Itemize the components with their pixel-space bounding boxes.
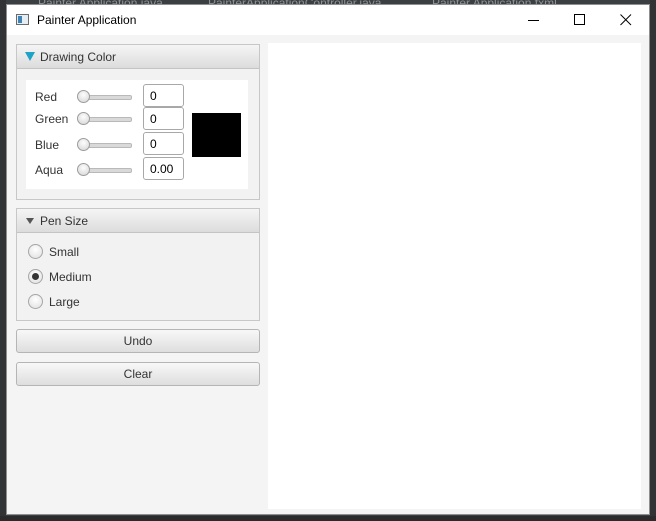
radio-medium-dot — [32, 273, 39, 280]
pen-size-title: Pen Size — [40, 214, 89, 228]
background-ide-bottom — [0, 516, 656, 521]
drawing-canvas[interactable] — [268, 43, 641, 509]
radio-small-label[interactable]: Small — [49, 245, 79, 259]
red-slider-thumb[interactable] — [77, 90, 90, 103]
green-slider[interactable] — [77, 112, 132, 125]
content-area: Drawing Color Red 0 Green 0 Blue 0 Aqua — [7, 35, 649, 514]
close-icon — [620, 14, 632, 26]
minimize-icon — [528, 20, 539, 21]
app-window-icon — [16, 14, 29, 25]
blue-field[interactable]: 0 — [143, 132, 184, 155]
title-bar[interactable]: Painter Application — [7, 5, 649, 35]
painter-window: Painter Application Drawing Color Red 0 … — [6, 4, 650, 515]
red-slider[interactable] — [77, 90, 132, 103]
radio-medium-label[interactable]: Medium — [49, 270, 92, 284]
drawing-color-header[interactable]: Drawing Color — [17, 45, 259, 69]
background-ide-right — [650, 0, 656, 521]
minimize-button[interactable] — [511, 5, 557, 35]
blue-label: Blue — [35, 138, 60, 152]
aqua-slider-thumb[interactable] — [77, 163, 90, 176]
undo-button[interactable]: Undo — [16, 329, 260, 353]
window-title: Painter Application — [37, 13, 137, 27]
color-preview-swatch — [192, 113, 241, 157]
aqua-label: Aqua — [35, 163, 64, 177]
green-label: Green — [35, 112, 69, 126]
drawing-color-title: Drawing Color — [40, 50, 117, 64]
aqua-field[interactable]: 0.00 — [143, 157, 184, 180]
triangle-down-icon — [26, 218, 34, 224]
color-controls: Red 0 Green 0 Blue 0 Aqua 0.00 — [26, 80, 248, 189]
radio-large-label[interactable]: Large — [49, 295, 80, 309]
blue-slider[interactable] — [77, 138, 132, 151]
radio-medium[interactable] — [28, 269, 43, 284]
triangle-down-icon — [25, 52, 35, 61]
maximize-icon — [574, 14, 585, 25]
radio-large[interactable] — [28, 294, 43, 309]
red-field[interactable]: 0 — [143, 84, 184, 107]
green-field[interactable]: 0 — [143, 107, 184, 130]
pen-size-pane: Pen Size Small Medium Large — [16, 208, 260, 321]
pen-size-header[interactable]: Pen Size — [17, 209, 259, 233]
clear-button[interactable]: Clear — [16, 362, 260, 386]
blue-slider-thumb[interactable] — [77, 138, 90, 151]
red-label: Red — [35, 90, 58, 104]
green-slider-thumb[interactable] — [77, 112, 90, 125]
maximize-button[interactable] — [557, 5, 603, 35]
radio-small[interactable] — [28, 244, 43, 259]
aqua-slider[interactable] — [77, 163, 132, 176]
close-button[interactable] — [603, 5, 649, 35]
drawing-color-pane: Drawing Color Red 0 Green 0 Blue 0 Aqua — [16, 44, 260, 200]
